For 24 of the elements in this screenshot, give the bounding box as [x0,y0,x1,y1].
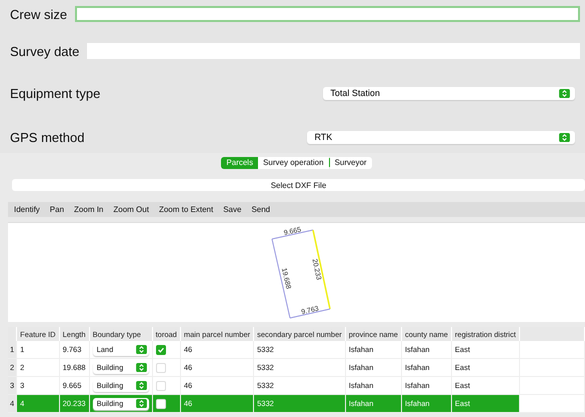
checkbox[interactable] [156,344,166,354]
toolbar-button[interactable]: Pan [44,202,70,217]
field-label: Equipment type [10,86,100,100]
toolbar-button[interactable]: Send [246,202,276,217]
dropdown[interactable]: Total Station [323,86,575,100]
stepper-icon [559,132,570,142]
select-file-button[interactable]: Select DXF File [12,179,585,191]
stepper-icon [136,345,147,354]
stepper-icon [136,381,147,390]
field-label: GPS method [10,130,84,144]
tab[interactable]: Survey operation [258,156,329,168]
field-label: Survey date [10,44,80,58]
stepper-icon [559,88,570,98]
toolbar-button[interactable]: Zoom In [69,202,108,217]
field-label: Crew size [10,6,68,22]
stepper-icon [136,363,147,372]
dropdown[interactable]: RTK [307,130,575,144]
toolbar-button[interactable]: Zoom Out [108,202,154,217]
input-field[interactable] [75,6,580,22]
toolbar-button[interactable]: Save [218,202,246,217]
toolbar-button[interactable]: Zoom to Extent [154,202,218,217]
tab[interactable]: Surveyor [330,156,372,168]
toolbar-button[interactable]: Identify [8,202,45,217]
stepper-icon [136,399,147,408]
